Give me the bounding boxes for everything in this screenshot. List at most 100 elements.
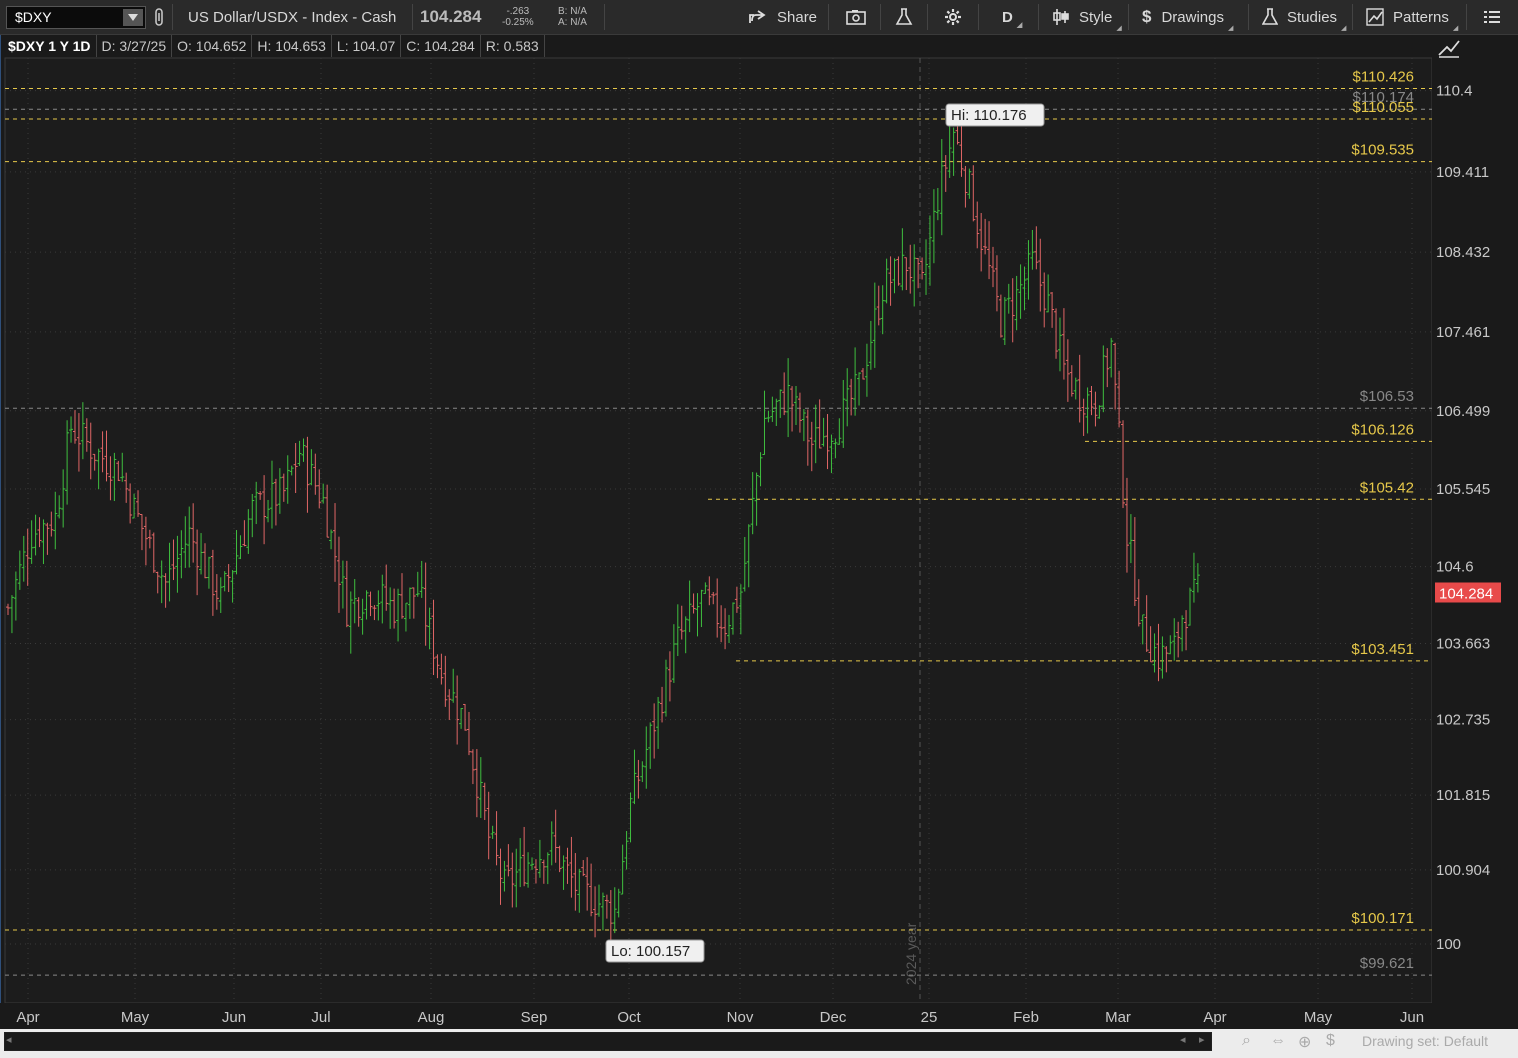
bid-value: B: N/A: [558, 6, 587, 17]
high-bubble-text: Hi: 110.176: [951, 107, 1027, 124]
x-tick-label: Jun: [1400, 1009, 1424, 1026]
last-price-tag-text: 104.284: [1439, 585, 1493, 602]
x-tick-label: Jun: [222, 1009, 246, 1026]
price-level-label: $99.621: [1360, 955, 1414, 972]
patterns-button[interactable]: Patterns: [1366, 0, 1458, 34]
year-marker-label: 2024 year: [903, 922, 919, 985]
style-button[interactable]: Style: [1052, 0, 1122, 34]
plot-area: [4, 57, 1433, 1004]
settings-button[interactable]: [944, 0, 962, 34]
studies-flask-icon: [1262, 8, 1278, 25]
scroll-right-arrow[interactable]: ▸: [1199, 1033, 1205, 1046]
gear-icon: [945, 9, 961, 25]
price-level-label: $110.055: [1353, 99, 1414, 116]
price-axis-header: [1433, 35, 1518, 62]
chart-style-icon[interactable]: [1437, 37, 1463, 59]
studies-label: Studies: [1287, 9, 1346, 26]
y-tick-label: 107.461: [1436, 324, 1490, 341]
bar-open: O: 104.652: [172, 35, 253, 57]
net-change: -.263 -0.25%: [502, 0, 534, 34]
dollar-pen-icon: $: [1142, 7, 1152, 26]
flask-button[interactable]: [895, 0, 913, 34]
style-label: Style: [1079, 9, 1122, 26]
change-value: -.263: [506, 6, 530, 17]
symbol-input[interactable]: $DXY: [6, 6, 146, 29]
y-tick-label: 104.6: [1436, 559, 1474, 576]
snapshot-button[interactable]: [846, 0, 866, 34]
bar-close: C: 104.284: [401, 35, 481, 57]
x-tick-label: Dec: [820, 1009, 847, 1026]
flask-icon: [895, 8, 913, 25]
x-tick-label: Jul: [311, 1009, 330, 1026]
x-tick-label: Feb: [1013, 1009, 1039, 1026]
low-bubble: Lo: 100.157: [605, 939, 705, 963]
toolbar: $DXY US Dollar/USDX - Index - Cash 104.2…: [0, 0, 1518, 35]
x-tick-label: Aug: [418, 1009, 445, 1026]
y-tick-label: 109.411: [1436, 164, 1489, 181]
share-label: Share: [777, 8, 818, 26]
bid-ask: B: N/A A: N/A: [558, 0, 587, 34]
x-tick-label: May: [121, 1009, 150, 1026]
y-tick-label: 103.663: [1436, 635, 1490, 652]
quote-info-bar: $DXY 1 Y 1D D: 3/27/25 O: 104.652 H: 104…: [4, 35, 545, 57]
share-button[interactable]: Share: [748, 0, 817, 34]
y-tick-label: 100.904: [1436, 862, 1490, 879]
y-tick-label: 108.432: [1436, 244, 1490, 261]
bar-date: D: 3/27/25: [97, 35, 173, 57]
drawings-button[interactable]: $ Drawings: [1142, 0, 1233, 34]
ask-value: A: N/A: [558, 17, 587, 28]
camera-icon: [846, 10, 866, 25]
y-tick-label: 101.815: [1436, 787, 1490, 804]
chart-symbol-period: $DXY 1 Y 1D: [4, 35, 97, 57]
drawing-set-label: Drawing set: Default: [1362, 1033, 1489, 1049]
symbol-dropdown-button[interactable]: [123, 9, 143, 26]
change-percent: -0.25%: [502, 17, 534, 28]
last-price: 104.284: [420, 7, 482, 26]
scroll-left-end-arrow[interactable]: ◂: [1180, 1033, 1186, 1046]
y-tick-label: 100: [1436, 936, 1461, 953]
patterns-label: Patterns: [1393, 9, 1458, 26]
x-tick-label: May: [1304, 1009, 1333, 1026]
price-level-label: $106.126: [1351, 421, 1414, 438]
menu-button[interactable]: [1484, 0, 1500, 34]
price-level-label: $103.451: [1351, 641, 1414, 658]
price-chart[interactable]: 110.4 109.411 108.432 107.461 106.499 105.545…: [0, 0, 1518, 1058]
x-tick-label: Oct: [617, 1009, 641, 1026]
studies-button[interactable]: Studies: [1262, 0, 1346, 34]
scroll-left-arrow[interactable]: ◂: [6, 1033, 12, 1046]
x-tick-label: 25: [921, 1009, 938, 1026]
x-tick-label: Nov: [727, 1009, 754, 1026]
price-level-label: $100.171: [1351, 910, 1414, 927]
price-level-label: $106.53: [1360, 388, 1414, 405]
list-menu-icon: [1484, 11, 1500, 23]
share-icon: [749, 10, 766, 23]
price-level-label: $105.42: [1360, 479, 1414, 496]
bar-range: R: 0.583: [481, 35, 545, 57]
high-bubble: Hi: 110.176: [945, 103, 1045, 127]
drawings-label: Drawings: [1161, 9, 1233, 26]
x-tick-label: Apr: [1203, 1009, 1226, 1026]
y-tick-label: 110.4: [1436, 83, 1472, 100]
price-level-label: $110.426: [1353, 69, 1414, 86]
patterns-icon: [1366, 8, 1384, 26]
x-tick-label: Apr: [16, 1009, 39, 1026]
pan-icon[interactable]: ⇔: [1270, 1032, 1286, 1050]
instrument-description: US Dollar/USDX - Index - Cash: [188, 8, 397, 26]
x-tick-label: Mar: [1105, 1009, 1131, 1026]
bar-high: H: 104.653: [252, 35, 332, 57]
zoom-icon[interactable]: ⌕: [1242, 1032, 1251, 1050]
y-tick-label: 102.735: [1436, 712, 1490, 729]
time-scrollbar[interactable]: [4, 1032, 1212, 1051]
drawing-dollar-icon[interactable]: $: [1326, 1032, 1335, 1050]
bar-low: L: 104.07: [332, 35, 402, 57]
candle-style-icon: [1053, 9, 1069, 25]
low-bubble-text: Lo: 100.157: [611, 943, 690, 960]
x-tick-label: Sep: [521, 1009, 548, 1026]
link-icon[interactable]: [152, 0, 166, 34]
aggregation-button[interactable]: D: [1002, 0, 1022, 34]
y-tick-label: 106.499: [1436, 403, 1490, 420]
crosshair-icon[interactable]: ⊕: [1298, 1032, 1311, 1052]
symbol-text: $DXY: [15, 9, 52, 25]
price-level-label: $109.535: [1351, 142, 1414, 159]
y-tick-label: 105.545: [1436, 481, 1490, 498]
